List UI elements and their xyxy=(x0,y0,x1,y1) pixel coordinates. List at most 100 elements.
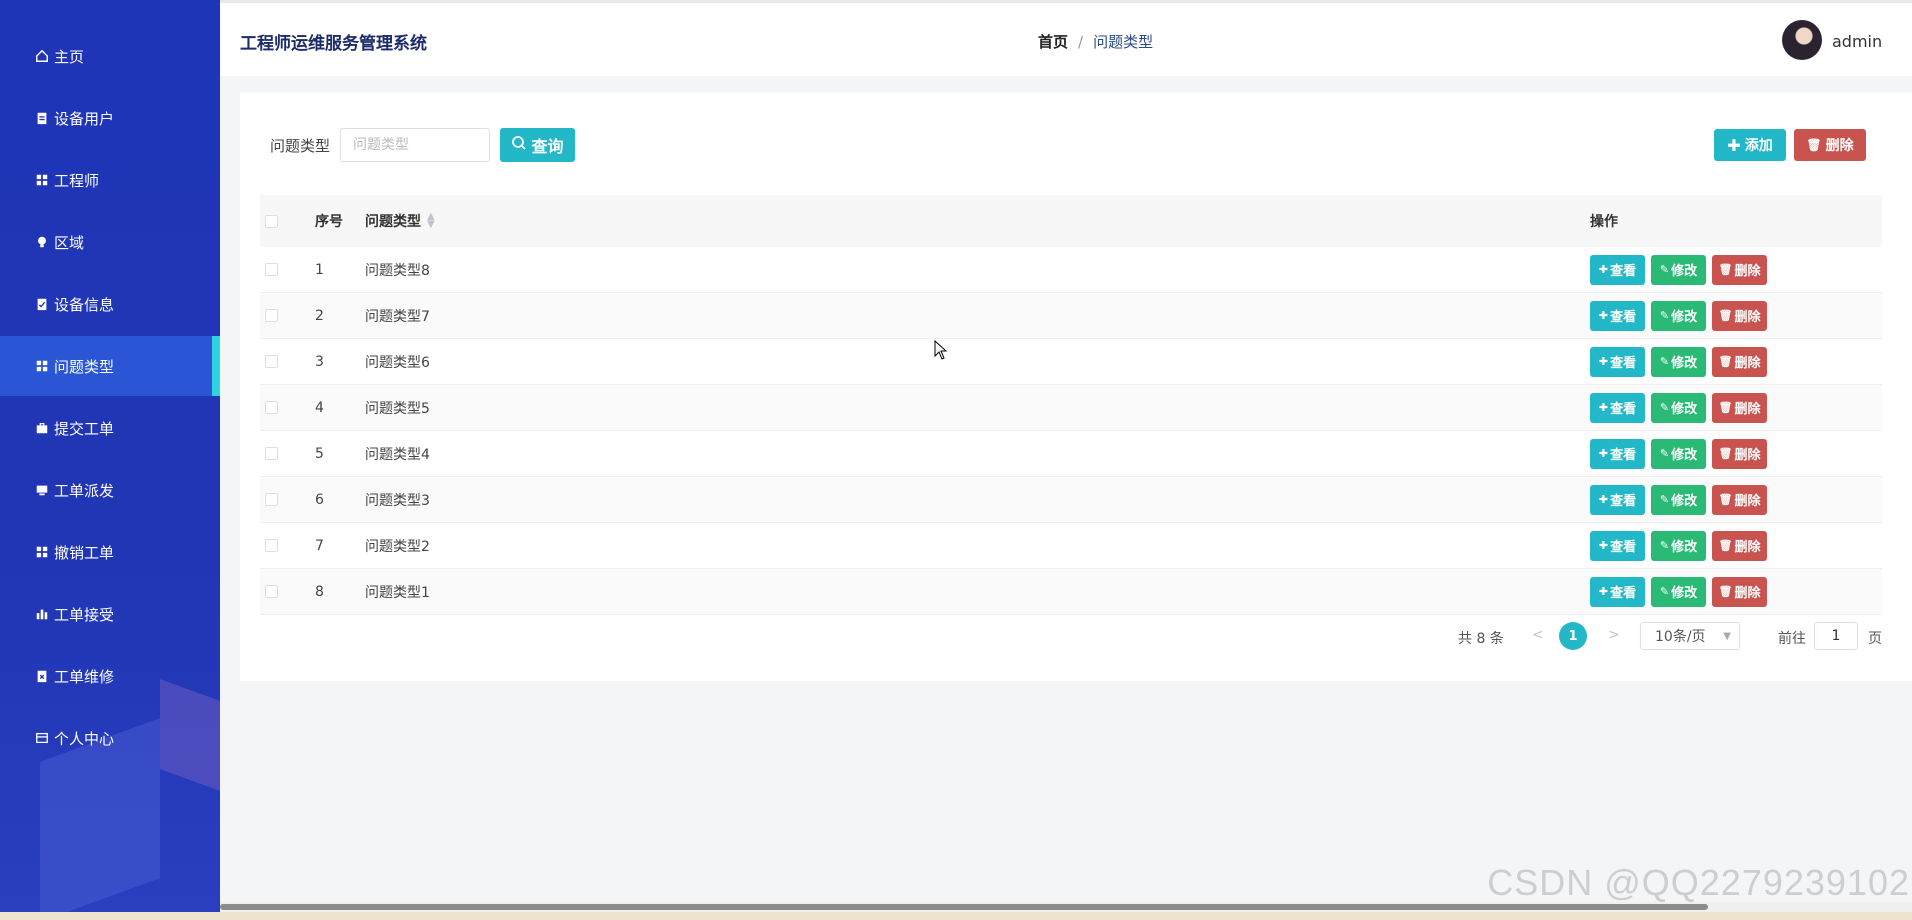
delete-button[interactable]: 🗑 删除 xyxy=(1712,346,1767,377)
view-button[interactable]: ✚ 查看 xyxy=(1590,392,1645,423)
edit-button[interactable]: ✎ 修改 xyxy=(1651,484,1706,515)
batch-delete-button[interactable]: 🗑 删除 xyxy=(1794,129,1866,161)
breadcrumb: 首页 / 问题类型 xyxy=(1038,31,1153,52)
row-checkbox[interactable] xyxy=(260,585,315,598)
row-type: 问题类型3 xyxy=(365,492,430,509)
row-type: 问题类型1 xyxy=(365,584,430,601)
row-type: 问题类型6 xyxy=(365,354,430,371)
view-button[interactable]: ✚ 查看 xyxy=(1590,346,1645,377)
clipboard-x-icon xyxy=(34,668,50,684)
sidebar-item-dispatch-ticket[interactable]: 工单派发 xyxy=(0,460,220,520)
sidebar-item-label: 工单派发 xyxy=(54,481,115,500)
add-button[interactable]: ✚ 添加 xyxy=(1714,129,1786,161)
delete-button[interactable]: 🗑 删除 xyxy=(1712,530,1767,561)
row-actions: ✚ 查看 ✎ 修改 🗑 删除 xyxy=(1590,438,1882,469)
sidebar-item-submit-ticket[interactable]: 提交工单 xyxy=(0,398,220,458)
grid-icon xyxy=(34,358,50,374)
delete-button[interactable]: 🗑 删除 xyxy=(1712,484,1767,515)
sidebar-item-problem-types[interactable]: 问题类型 xyxy=(0,336,220,396)
view-button[interactable]: ✚ 查看 xyxy=(1590,530,1645,561)
sidebar-item-label: 设备用户 xyxy=(54,109,115,128)
row-checkbox[interactable] xyxy=(260,401,315,414)
view-button-label: 查看 xyxy=(1610,540,1637,555)
lightbulb-icon xyxy=(34,234,50,250)
breadcrumb-home[interactable]: 首页 xyxy=(1038,31,1068,52)
sidebar: 主页 设备用户 工程师 区域 设备信息 问题类型 提交工单 工单派发 撤销工单 … xyxy=(0,0,220,920)
trash-icon: 🗑 xyxy=(1718,447,1733,460)
row-checkbox[interactable] xyxy=(260,263,315,276)
username[interactable]: admin xyxy=(1832,32,1882,51)
view-button[interactable]: ✚ 查看 xyxy=(1590,484,1645,515)
edit-icon: ✎ xyxy=(1659,447,1670,460)
avatar[interactable] xyxy=(1782,20,1822,60)
plus-icon: ✚ xyxy=(1598,355,1609,368)
view-button[interactable]: ✚ 查看 xyxy=(1590,576,1645,607)
sidebar-item-label: 主页 xyxy=(54,47,85,66)
plus-icon: ✚ xyxy=(1598,585,1609,598)
plus-icon: ✚ xyxy=(1598,401,1609,414)
row-checkbox[interactable] xyxy=(260,355,315,368)
sidebar-item-device-info[interactable]: 设备信息 xyxy=(0,274,220,334)
breadcrumb-current: 问题类型 xyxy=(1093,33,1154,51)
sidebar-item-cancel-ticket[interactable]: 撤销工单 xyxy=(0,522,220,582)
delete-button[interactable]: 🗑 删除 xyxy=(1712,392,1767,423)
edit-button[interactable]: ✎ 修改 xyxy=(1651,530,1706,561)
edit-button-label: 修改 xyxy=(1671,310,1698,325)
edit-button[interactable]: ✎ 修改 xyxy=(1651,438,1706,469)
sidebar-item-device-users[interactable]: 设备用户 xyxy=(0,88,220,148)
view-button-label: 查看 xyxy=(1610,586,1637,601)
view-button[interactable]: ✚ 查看 xyxy=(1590,300,1645,331)
delete-button-label: 删除 xyxy=(1734,310,1761,325)
edit-button[interactable]: ✎ 修改 xyxy=(1651,300,1706,331)
delete-button[interactable]: 🗑 删除 xyxy=(1712,254,1767,285)
edit-icon: ✎ xyxy=(1659,539,1670,552)
table-row: 6 问题类型3 ✚ 查看 ✎ 修改 🗑 删除 xyxy=(260,477,1882,523)
trash-icon: 🗑 xyxy=(1806,138,1822,152)
delete-button-label: 删除 xyxy=(1734,540,1761,555)
delete-button[interactable]: 🗑 删除 xyxy=(1712,300,1767,331)
delete-button[interactable]: 🗑 删除 xyxy=(1712,576,1767,607)
scrollbar-thumb[interactable] xyxy=(220,904,1708,910)
row-actions: ✚ 查看 ✎ 修改 🗑 删除 xyxy=(1590,346,1882,377)
trash-icon: 🗑 xyxy=(1718,401,1733,414)
edit-button[interactable]: ✎ 修改 xyxy=(1651,346,1706,377)
sidebar-item-label: 区域 xyxy=(54,233,85,252)
pagination-next-button[interactable]: > xyxy=(1608,627,1620,643)
row-checkbox[interactable] xyxy=(260,447,315,460)
edit-icon: ✎ xyxy=(1659,263,1670,276)
sidebar-item-repair-ticket[interactable]: 工单维修 xyxy=(0,646,220,706)
sidebar-item-home[interactable]: 主页 xyxy=(0,26,220,86)
delete-button[interactable]: 🗑 删除 xyxy=(1712,438,1767,469)
goto-label: 前往 xyxy=(1778,631,1806,647)
row-checkbox[interactable] xyxy=(260,493,315,506)
sidebar-item-profile[interactable]: 个人中心 xyxy=(0,708,220,768)
row-checkbox[interactable] xyxy=(260,539,315,552)
table-row: 1 问题类型8 ✚ 查看 ✎ 修改 🗑 删除 xyxy=(260,247,1882,293)
data-table: 序号 问题类型 ▲ ▼ 操作 1 问题类型8 ✚ 查看 ✎ 修改 🗑 删除 2 问题类型… xyxy=(260,195,1882,615)
pagination-prev-button[interactable]: < xyxy=(1532,627,1544,643)
sort-icon[interactable]: ▲ ▼ xyxy=(427,212,435,230)
view-button[interactable]: ✚ 查看 xyxy=(1590,438,1645,469)
page-size-select[interactable]: 10条/页 ▼ xyxy=(1640,622,1740,650)
row-checkbox[interactable] xyxy=(260,309,315,322)
sidebar-item-region[interactable]: 区域 xyxy=(0,212,220,272)
search-input[interactable] xyxy=(340,128,490,162)
view-button-label: 查看 xyxy=(1610,448,1637,463)
trash-icon: 🗑 xyxy=(1718,493,1733,506)
edit-button[interactable]: ✎ 修改 xyxy=(1651,254,1706,285)
sidebar-item-engineers[interactable]: 工程师 xyxy=(0,150,220,210)
view-button-label: 查看 xyxy=(1610,310,1637,325)
view-button[interactable]: ✚ 查看 xyxy=(1590,254,1645,285)
table-body: 1 问题类型8 ✚ 查看 ✎ 修改 🗑 删除 2 问题类型7 ✚ 查看 ✎ 修改 🗑 删除 … xyxy=(260,247,1882,615)
edit-button[interactable]: ✎ 修改 xyxy=(1651,392,1706,423)
query-button-label: 查询 xyxy=(531,137,564,156)
query-button[interactable]: 查询 xyxy=(500,128,575,162)
sidebar-item-accept-ticket[interactable]: 工单接受 xyxy=(0,584,220,644)
goto-page-input[interactable] xyxy=(1814,622,1858,650)
row-index: 4 xyxy=(315,399,324,416)
pagination-page-1[interactable]: 1 xyxy=(1559,622,1587,650)
table-row: 2 问题类型7 ✚ 查看 ✎ 修改 🗑 删除 xyxy=(260,293,1882,339)
column-header-type[interactable]: 问题类型 ▲ ▼ xyxy=(365,211,1590,231)
edit-button[interactable]: ✎ 修改 xyxy=(1651,576,1706,607)
select-all-checkbox[interactable] xyxy=(260,214,315,228)
